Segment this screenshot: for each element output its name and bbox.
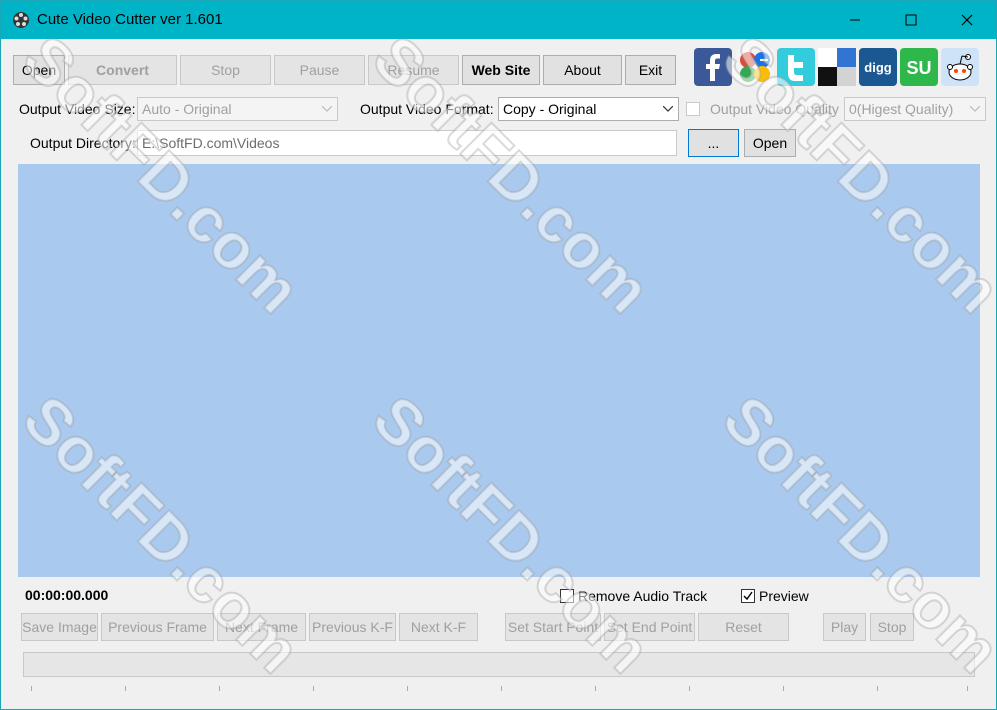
app-window: Cute Video Cutter ver 1.601 Open Convert… [0,0,997,710]
digg-icon[interactable]: digg [858,47,898,87]
output-quality-checkbox[interactable]: Output Video Quality [686,101,839,117]
output-quality-select[interactable]: 0(Higest Quality) [844,97,986,121]
maximize-icon [905,14,917,26]
stumbleupon-icon-text: SU [906,58,931,78]
minimize-button[interactable] [832,1,878,39]
timeline-tick [501,686,502,691]
output-format-select[interactable]: Copy - Original [498,97,679,121]
checkmark-icon [743,591,753,601]
video-preview-area[interactable] [18,164,980,577]
timeline-tick [313,686,314,691]
minimize-icon [850,19,860,21]
website-button[interactable]: Web Site [462,55,540,85]
checkbox-box [560,589,574,603]
checkbox-box [741,589,755,603]
timeline-tick [125,686,126,691]
delicious-icon[interactable] [817,47,857,87]
reddit-icon[interactable] [940,47,980,87]
title-bar[interactable]: Cute Video Cutter ver 1.601 [1,1,996,39]
save-image-button[interactable]: Save Image [21,613,98,641]
timeline-tick [219,686,220,691]
twitter-icon[interactable] [776,47,816,87]
timeline-tick [967,686,968,691]
chevron-down-icon [658,106,678,112]
reset-button[interactable]: Reset [698,613,789,641]
stop-button[interactable]: Stop [180,55,271,85]
timeline-tick [877,686,878,691]
next-keyframe-button[interactable]: Next K-F [399,613,478,641]
stumbleupon-icon[interactable]: SU [899,47,939,87]
output-quality-label: Output Video Quality [710,101,839,117]
previous-frame-button[interactable]: Previous Frame [101,613,214,641]
next-frame-button[interactable]: Next Frame [217,613,306,641]
close-button[interactable] [944,1,990,39]
close-icon [961,14,973,26]
output-size-label: Output Video Size: [19,101,136,117]
open-directory-button[interactable]: Open [744,129,796,157]
output-directory-value: E:\SoftFD.com\Videos [142,135,280,151]
timeline-tick [783,686,784,691]
remove-audio-checkbox[interactable]: Remove Audio Track [560,588,707,604]
play-button[interactable]: Play [823,613,866,641]
open-button[interactable]: Open [13,55,65,85]
checkbox-box [686,102,700,116]
preview-checkbox[interactable]: Preview [741,588,809,604]
output-size-select[interactable]: Auto - Original [137,97,338,121]
timeline-tick [689,686,690,691]
window-title: Cute Video Cutter ver 1.601 [37,11,223,28]
chevron-down-icon [317,106,337,112]
timeline-tick [31,686,32,691]
set-start-point-button[interactable]: Set Start Point [505,613,601,641]
preview-label: Preview [759,588,809,604]
exit-button[interactable]: Exit [625,55,676,85]
timeline-tick [407,686,408,691]
previous-keyframe-button[interactable]: Previous K-F [309,613,396,641]
google-icon[interactable] [735,47,775,87]
timeline-slider[interactable] [23,652,975,677]
about-button[interactable]: About [543,55,622,85]
output-format-label: Output Video Format: [360,101,494,117]
resume-button[interactable]: Resume [368,55,459,85]
maximize-button[interactable] [888,1,934,39]
remove-audio-label: Remove Audio Track [578,588,708,604]
digg-icon-text: digg [864,60,891,75]
film-reel-icon [13,12,29,28]
chevron-down-icon [965,106,985,112]
browse-button[interactable]: ... [688,129,739,157]
set-end-point-button[interactable]: Set End Point [604,613,695,641]
output-quality-value: 0(Higest Quality) [849,101,954,117]
output-directory-field[interactable]: E:\SoftFD.com\Videos [137,130,677,156]
output-size-value: Auto - Original [142,101,232,117]
facebook-icon[interactable] [693,47,733,87]
pause-button[interactable]: Pause [274,55,365,85]
stop-playback-button[interactable]: Stop [870,613,914,641]
output-directory-label: Output Directory: [30,135,136,151]
time-display: 00:00:00.000 [25,587,109,603]
convert-button[interactable]: Convert [68,55,177,85]
output-format-value: Copy - Original [503,101,597,117]
timeline-tick [595,686,596,691]
